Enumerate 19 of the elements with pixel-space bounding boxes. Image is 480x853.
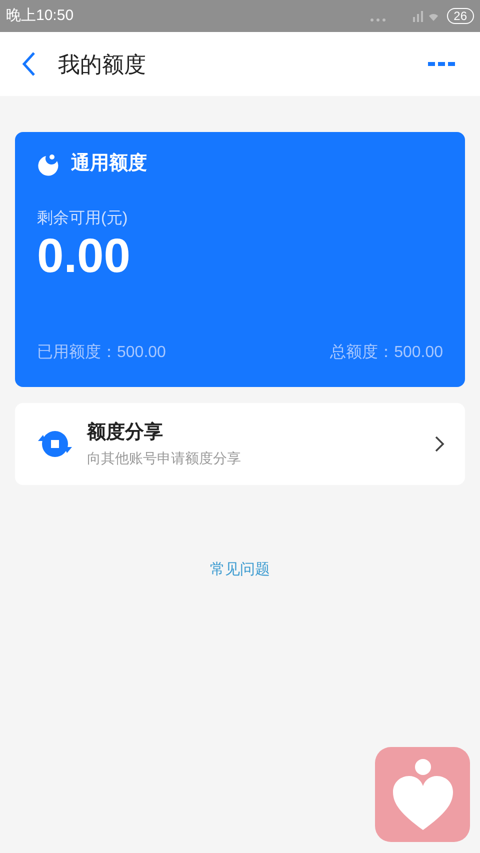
- back-icon[interactable]: [20, 50, 38, 78]
- exchange-icon: [35, 429, 75, 459]
- share-title: 额度分享: [87, 420, 164, 446]
- signal-icon: [368, 9, 439, 23]
- total-quota: 总额度：500.00: [330, 342, 443, 363]
- status-time: 晚上10:50: [6, 6, 74, 26]
- available-label: 剩余可用(元): [37, 208, 129, 228]
- heart-person-icon: [390, 758, 454, 832]
- battery-indicator: 26: [446, 8, 474, 24]
- available-amount: 0.00: [37, 230, 132, 282]
- floating-app-button[interactable]: [375, 747, 470, 842]
- logo-icon: [37, 152, 61, 176]
- page-title: 我的额度: [58, 50, 146, 78]
- share-subtitle: 向其他账号申请额度分享: [87, 448, 241, 468]
- card-title: 通用额度: [71, 152, 147, 176]
- chevron-right-icon: [433, 434, 445, 454]
- share-item[interactable]: 额度分享 向其他账号申请额度分享: [15, 403, 465, 485]
- more-icon[interactable]: [428, 60, 456, 68]
- used-quota: 已用额度：500.00: [37, 342, 166, 363]
